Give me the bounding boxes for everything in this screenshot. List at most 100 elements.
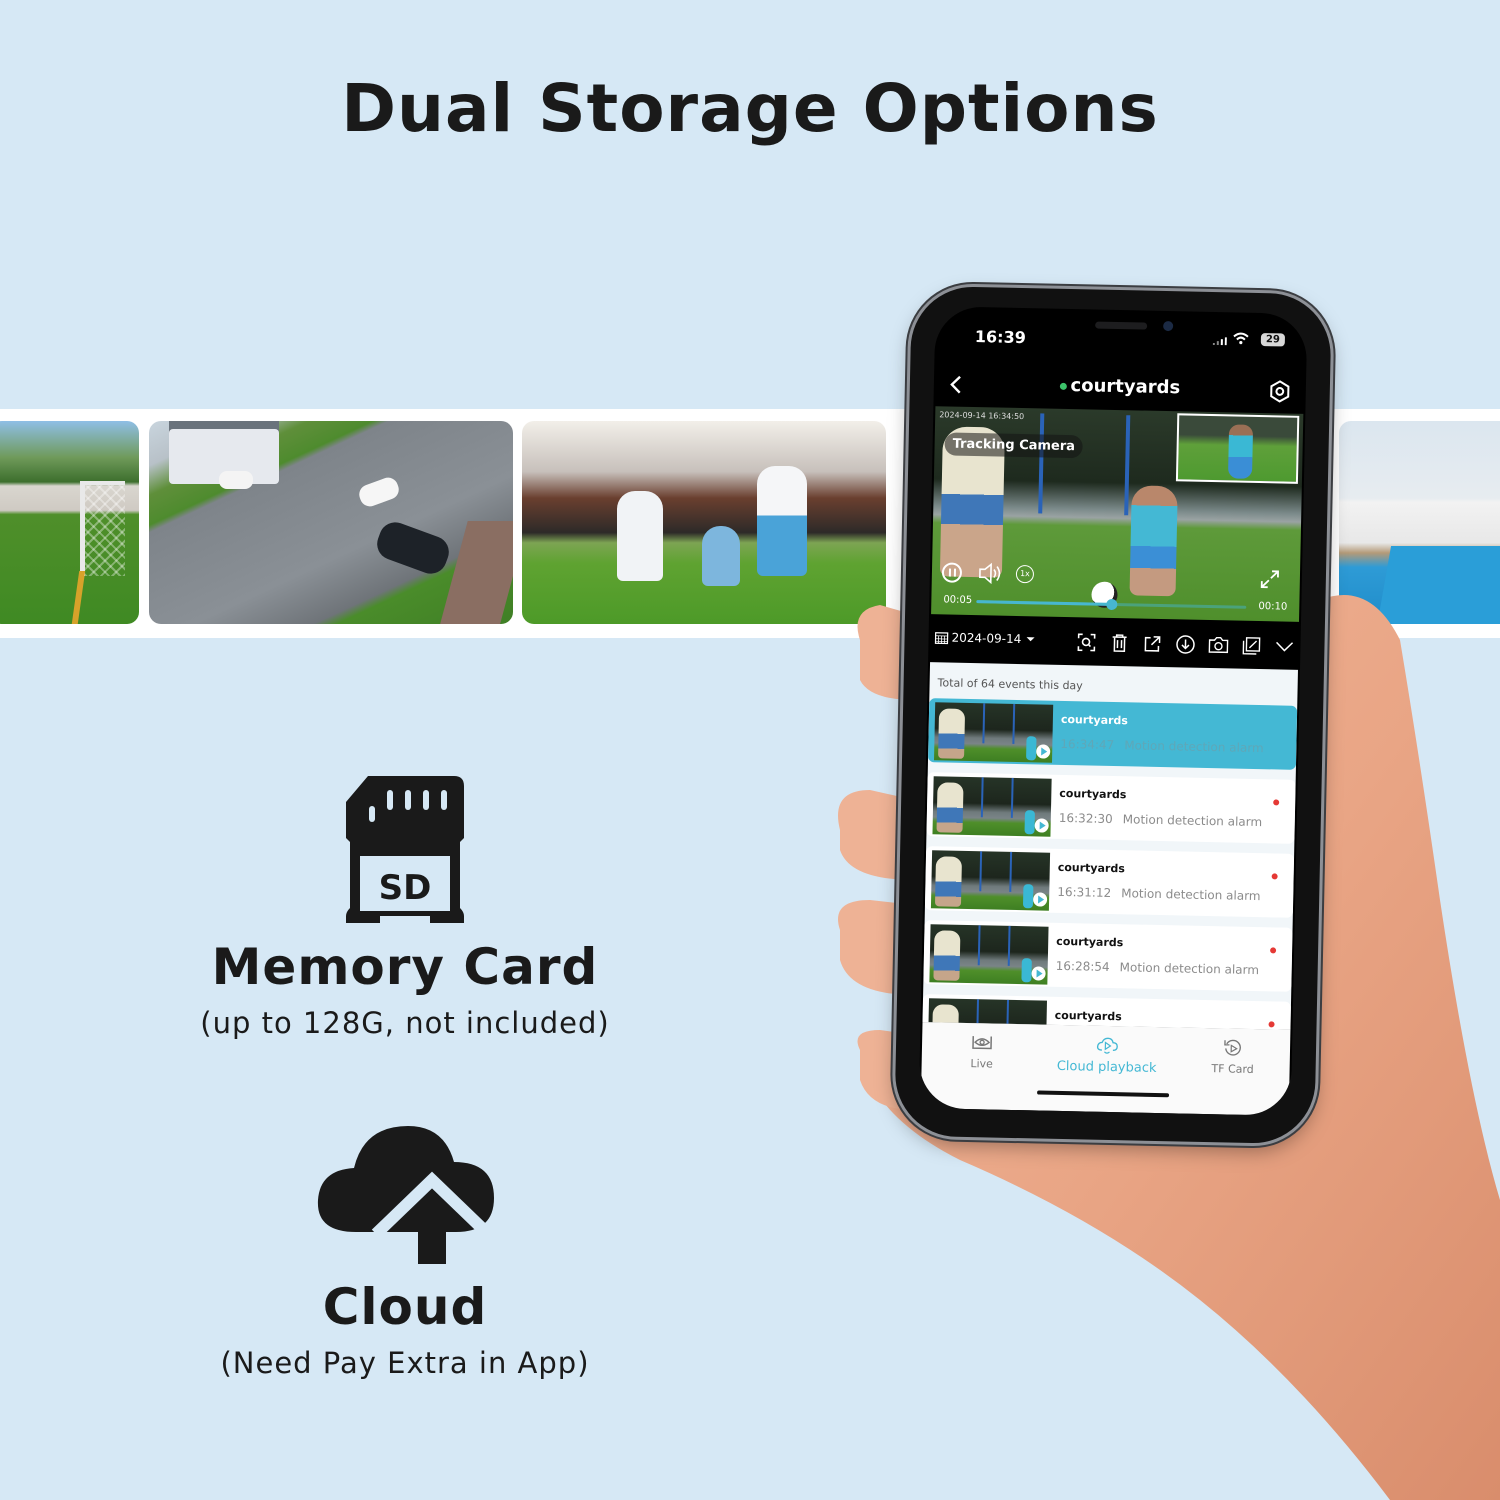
status-bar: 16:39 29 [934, 306, 1307, 364]
trampoline [977, 925, 1011, 966]
events-summary: Total of 64 events this day [937, 676, 1083, 693]
picture-in-picture-view[interactable] [1175, 413, 1300, 484]
person [1227, 424, 1254, 479]
unread-dot [1273, 799, 1280, 806]
person [757, 466, 807, 576]
person [617, 491, 663, 581]
feature-cloud: Cloud (Need Pay Extra in App) [0, 1278, 810, 1380]
speaker-grille [1095, 321, 1148, 330]
person [934, 856, 962, 907]
date-picker[interactable]: 2024-09-14 [934, 630, 1036, 646]
field-line [70, 571, 86, 624]
eye-icon [972, 1036, 992, 1050]
person [1026, 736, 1037, 761]
event-list-item[interactable]: courtyards 16:32:30 Motion detection alarm [926, 772, 1296, 844]
car [219, 471, 253, 489]
roof [438, 521, 513, 624]
phone-screen: 16:39 29 courtyards 2024-09-14 16:34:50 … [918, 306, 1308, 1116]
person [1024, 810, 1035, 835]
event-list-item[interactable]: courtyards 16:34:47 Motion detection alarm [927, 698, 1298, 770]
sd-card-icon: SD [346, 776, 464, 923]
event-camera-name: courtyards [1060, 712, 1129, 728]
volume-icon[interactable] [978, 562, 1002, 585]
status-time: 16:39 [974, 327, 1027, 348]
photo-soccer-field [0, 421, 139, 624]
share-icon[interactable] [1141, 633, 1162, 654]
front-camera [1163, 320, 1174, 332]
photo-neighborhood-street [149, 421, 513, 624]
event-camera-name: courtyards [1059, 786, 1127, 802]
event-list-item[interactable]: courtyards 16:28:54 Motion detection alarm [923, 920, 1293, 992]
cloud-upload-icon [317, 1126, 494, 1264]
event-thumbnail[interactable] [932, 776, 1052, 837]
tab-label: Live [970, 1057, 994, 1071]
event-camera-name: courtyards [1054, 1008, 1122, 1024]
tracking-camera-badge: Tracking Camera [944, 432, 1084, 459]
play-icon[interactable] [1032, 892, 1048, 907]
feature-memory-card: Memory Card (up to 128G, not included) [0, 938, 810, 1040]
event-thumbnail[interactable] [929, 924, 1049, 985]
replay-icon [1224, 1039, 1241, 1056]
selected-date: 2024-09-14 [951, 630, 1022, 647]
wifi-icon [1233, 332, 1249, 345]
event-list[interactable]: Total of 64 events this day courtyards 16… [922, 662, 1298, 1030]
tab-cloud-playback[interactable]: Cloud playback [1041, 1035, 1172, 1077]
person [936, 782, 964, 833]
progress-slider[interactable] [976, 598, 1247, 611]
duration: 00:10 [1258, 601, 1288, 613]
person [1022, 884, 1034, 909]
unread-dot [1271, 873, 1278, 880]
trampoline [982, 703, 1016, 744]
event-thumbnail[interactable] [934, 702, 1054, 763]
event-list-item[interactable]: courtyards 16:31:12 Motion detection alarm [924, 846, 1295, 918]
current-time: 00:05 [943, 594, 973, 607]
camera-name: courtyards [1070, 375, 1181, 399]
progress-knob[interactable] [1106, 598, 1118, 611]
trash-icon[interactable] [1108, 632, 1129, 653]
playback-speed-button[interactable]: 1x [1015, 564, 1035, 584]
event-type: Motion detection alarm [1119, 960, 1260, 978]
fullscreen-icon[interactable] [1260, 569, 1280, 589]
photo-pool-house [1339, 421, 1500, 624]
download-icon[interactable] [1174, 633, 1195, 654]
trampoline [979, 851, 1013, 892]
tab-label: TF Card [1211, 1062, 1254, 1077]
event-meta: 16:34:47 Motion detection alarm [1060, 737, 1264, 755]
tab-tf-card[interactable]: TF Card [1197, 1038, 1268, 1076]
phone-device: 16:39 29 courtyards 2024-09-14 16:34:50 … [894, 285, 1332, 1145]
event-time: 16:28:54 [1055, 958, 1110, 974]
signal-icon [1212, 337, 1227, 346]
car [356, 474, 402, 510]
zoom-scan-icon[interactable] [1075, 631, 1096, 652]
chevron-down-icon[interactable] [1273, 635, 1294, 656]
online-status-dot [1059, 382, 1067, 390]
play-icon[interactable] [1036, 744, 1051, 759]
trampoline [1038, 413, 1131, 516]
event-thumbnail[interactable] [930, 850, 1051, 911]
caret-down-icon [1026, 637, 1035, 642]
photo-family-in-yard [522, 421, 886, 624]
tab-live[interactable]: Live [952, 1033, 1013, 1071]
camera-title: courtyards [934, 372, 1306, 401]
camera-icon[interactable] [1207, 634, 1228, 655]
page-headline: Dual Storage Options [341, 70, 1159, 147]
event-type: Motion detection alarm [1121, 886, 1261, 904]
gear-icon[interactable] [1268, 379, 1292, 403]
progress-fill [976, 600, 1112, 606]
edit-icon[interactable] [1240, 635, 1261, 656]
unread-dot [1268, 1021, 1275, 1028]
event-time: 16:32:30 [1058, 810, 1113, 827]
event-type: Motion detection alarm [1124, 738, 1264, 756]
feature-title: Memory Card [211, 938, 599, 996]
car [372, 517, 454, 579]
pause-button[interactable] [941, 562, 963, 583]
play-icon[interactable] [1034, 818, 1049, 833]
event-time: 16:34:47 [1060, 736, 1115, 753]
event-type: Motion detection alarm [1122, 812, 1263, 830]
video-player[interactable]: 2024-09-14 16:34:50 Tracking Camera 1x 0… [931, 406, 1304, 622]
pool [1376, 546, 1500, 624]
person [933, 930, 961, 981]
play-icon[interactable] [1031, 966, 1046, 981]
soccer-goal [80, 481, 125, 576]
event-meta: 16:32:30 Motion detection alarm [1059, 811, 1263, 829]
